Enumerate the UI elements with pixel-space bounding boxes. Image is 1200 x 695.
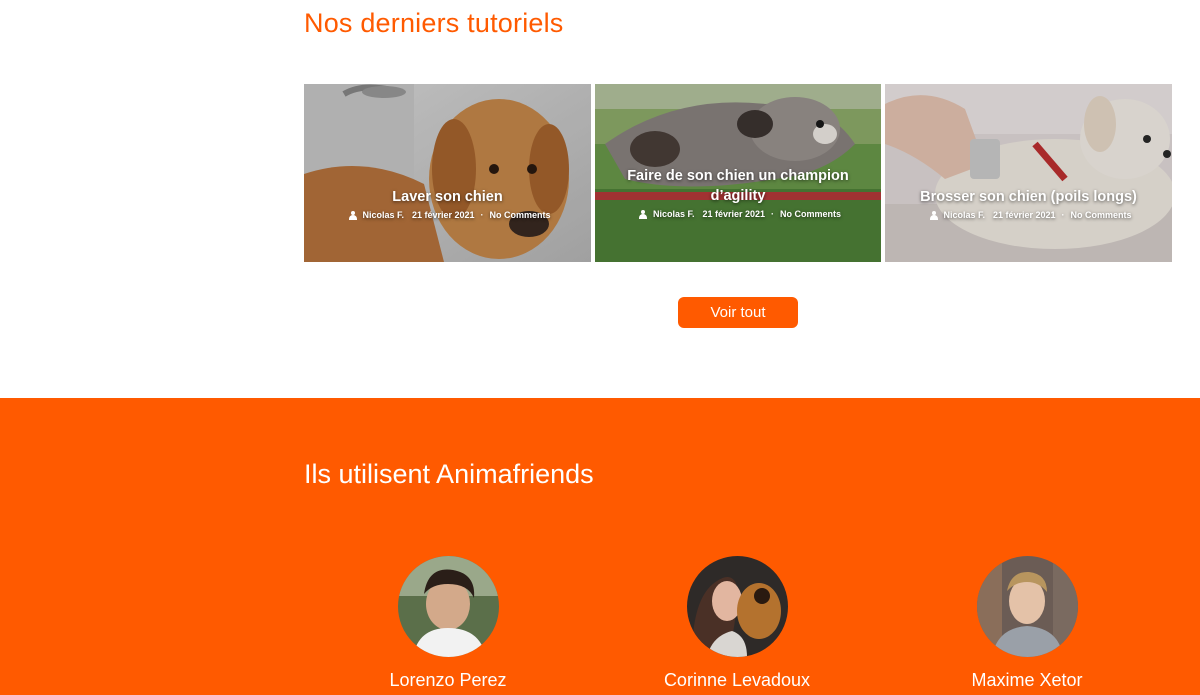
card-date: 21 février 2021 xyxy=(411,210,475,220)
tutorial-cards: Laver son chien Nicolas F. 21 février 20… xyxy=(304,84,1172,262)
testimonials-heading: Ils utilisent Animafriends xyxy=(304,459,594,489)
user-icon xyxy=(344,210,357,220)
tutorials-heading: Nos derniers tutoriels xyxy=(304,8,564,38)
avatar xyxy=(397,556,499,657)
card-comments[interactable]: No Comments xyxy=(490,210,551,220)
testimonials-section: Ils utilisent Animafriends Lorenzo Perez xyxy=(0,398,1200,695)
separator-dot: · xyxy=(771,209,775,219)
card-title[interactable]: Faire de son chien un champion d’agility xyxy=(595,166,881,206)
see-all-button[interactable]: Voir tout xyxy=(678,297,798,328)
separator-dot: · xyxy=(1061,210,1065,220)
user-icon xyxy=(925,210,938,220)
testimonial-person: Corinne Levadoux xyxy=(627,556,847,691)
card-author[interactable]: Nicolas F. xyxy=(653,209,695,219)
tutorial-card-wash-dog[interactable]: Laver son chien Nicolas F. 21 février 20… xyxy=(304,84,591,262)
card-author[interactable]: Nicolas F. xyxy=(362,210,404,220)
card-meta: Nicolas F. 21 février 2021 · No Comments xyxy=(885,210,1172,220)
person-name: Maxime Xetor xyxy=(971,670,1083,690)
person-name: Corinne Levadoux xyxy=(663,670,811,690)
person-name: Lorenzo Perez xyxy=(389,670,507,690)
card-comments[interactable]: No Comments xyxy=(1071,210,1132,220)
testimonial-person: Maxime Xetor xyxy=(917,556,1137,691)
card-author[interactable]: Nicolas F. xyxy=(943,210,985,220)
tutorial-card-agility[interactable]: Faire de son chien un champion d’agility… xyxy=(595,84,881,262)
user-icon xyxy=(635,209,648,219)
card-date: 21 février 2021 xyxy=(992,210,1056,220)
card-date: 21 février 2021 xyxy=(702,209,766,219)
avatar xyxy=(976,556,1078,657)
avatar xyxy=(686,556,788,657)
testimonial-person: Lorenzo Perez xyxy=(338,556,558,691)
card-title[interactable]: Brosser son chien (poils longs) xyxy=(885,187,1172,207)
tutorial-card-brush-dog[interactable]: Brosser son chien (poils longs) Nicolas … xyxy=(885,84,1172,262)
card-meta: Nicolas F. 21 février 2021 · No Comments xyxy=(304,210,591,220)
card-comments[interactable]: No Comments xyxy=(780,209,841,219)
card-meta: Nicolas F. 21 février 2021 · No Comments xyxy=(595,209,881,219)
separator-dot: · xyxy=(480,210,484,220)
card-title[interactable]: Laver son chien xyxy=(304,187,591,207)
